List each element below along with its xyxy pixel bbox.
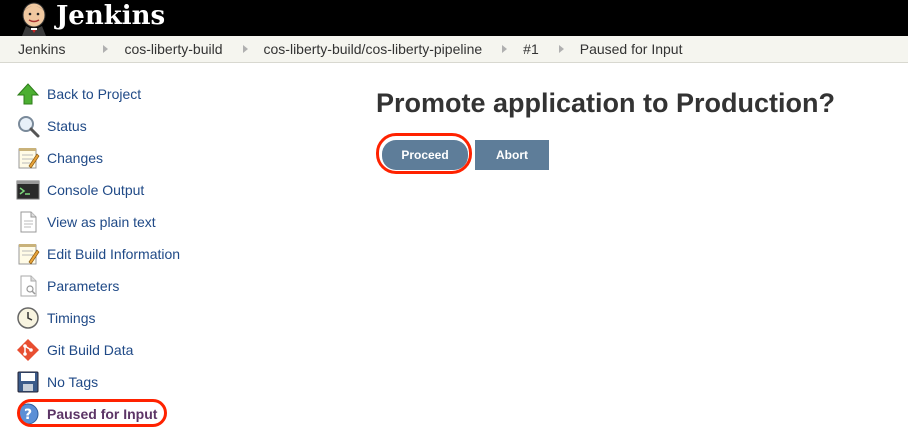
clock-icon — [17, 307, 39, 329]
sidebar-item-changes[interactable]: Changes — [16, 142, 336, 174]
breadcrumb-item-project[interactable]: cos-liberty-build — [124, 41, 222, 57]
sidebar-item-label: Changes — [47, 150, 104, 166]
magnifier-icon — [18, 116, 40, 138]
help-icon: ? — [17, 403, 39, 425]
sidebar-item-label: Back to Project — [47, 86, 142, 102]
svg-text:?: ? — [24, 407, 32, 423]
breadcrumb-separator-icon[interactable] — [558, 45, 564, 53]
jenkins-butler-icon — [22, 2, 46, 36]
abort-button[interactable]: Abort — [475, 140, 549, 170]
sidebar-tasks: Back to Project Status Changes Console O… — [16, 78, 336, 430]
breadcrumb-item-paused[interactable]: Paused for Input — [580, 41, 683, 57]
breadcrumb: Jenkins cos-liberty-build cos-liberty-bu… — [0, 36, 908, 63]
sidebar-item-edit-build-info[interactable]: Edit Build Information — [16, 238, 336, 270]
sidebar-item-parameters[interactable]: Parameters — [16, 270, 336, 302]
sidebar-item-label: Timings — [47, 310, 96, 326]
breadcrumb-item-pipeline[interactable]: cos-liberty-build/cos-liberty-pipeline — [264, 41, 483, 57]
breadcrumb-separator-icon[interactable] — [242, 45, 248, 53]
jenkins-logo[interactable] — [14, 0, 52, 36]
breadcrumb-item-jenkins[interactable]: Jenkins — [18, 41, 65, 57]
sidebar-item-label: Console Output — [47, 182, 145, 198]
sidebar-item-label: View as plain text — [47, 214, 156, 230]
sidebar-item-no-tags[interactable]: No Tags — [16, 366, 336, 398]
breadcrumb-separator-icon[interactable] — [502, 45, 508, 53]
sidebar-item-label: Git Build Data — [47, 342, 134, 358]
sidebar-item-label: Parameters — [47, 278, 120, 294]
sidebar-item-console-output[interactable]: Console Output — [16, 174, 336, 206]
save-icon — [17, 371, 39, 393]
terminal-icon — [16, 180, 40, 200]
breadcrumb-item-build[interactable]: #1 — [523, 41, 539, 57]
jenkins-page: Jenkins Jenkins cos-liberty-build cos-li… — [0, 0, 908, 431]
sidebar-item-plain-text[interactable]: View as plain text — [16, 206, 336, 238]
header-bar: Jenkins — [0, 0, 908, 36]
sidebar-item-label: Edit Build Information — [47, 246, 181, 262]
sidebar-item-timings[interactable]: Timings — [16, 302, 336, 334]
document-search-icon — [20, 275, 37, 297]
proceed-button[interactable]: Proceed — [382, 140, 468, 170]
git-icon — [17, 339, 39, 361]
sidebar-item-label: Status — [47, 118, 87, 134]
sidebar-item-status[interactable]: Status — [16, 110, 336, 142]
breadcrumb-separator-icon[interactable] — [103, 45, 109, 53]
sidebar-item-back-to-project[interactable]: Back to Project — [16, 78, 336, 110]
sidebar-item-git-build-data[interactable]: Git Build Data — [16, 334, 336, 366]
page-title: Promote application to Production? — [376, 88, 835, 118]
notepad-edit-icon — [18, 244, 40, 265]
notepad-icon — [18, 148, 40, 169]
sidebar-item-paused-for-input[interactable]: ? Paused for Input — [16, 398, 336, 430]
sidebar-item-label: No Tags — [47, 374, 99, 390]
brand-title[interactable]: Jenkins — [56, 1, 165, 31]
up-arrow-icon — [16, 83, 40, 105]
sidebar-item-label: Paused for Input — [47, 406, 158, 422]
document-icon — [20, 211, 37, 233]
